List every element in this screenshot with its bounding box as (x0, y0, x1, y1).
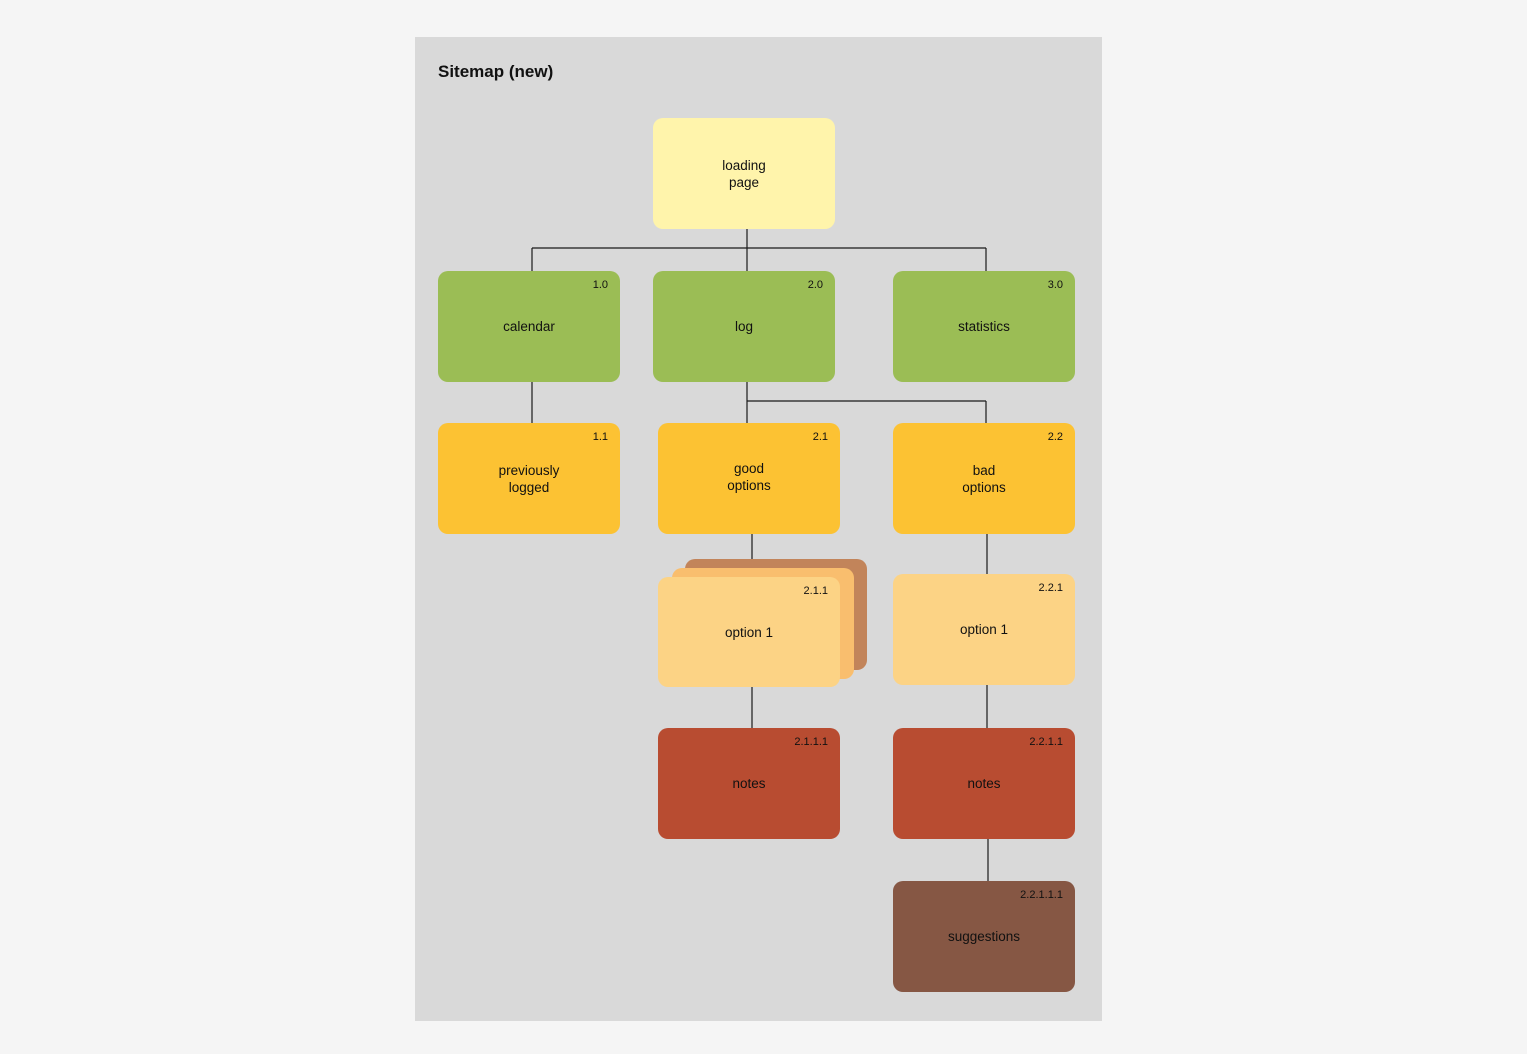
node-label: statistics (958, 319, 1010, 334)
node-label: good options (727, 460, 771, 493)
sitemap-frame: Sitemap (new) loading page 1.0 calendar … (415, 37, 1102, 1021)
node-label: option 1 (959, 622, 1009, 637)
node-calendar[interactable]: 1.0 calendar (438, 271, 620, 382)
node-loading-page[interactable]: loading page (653, 118, 835, 229)
node-number: 2.2.1.1 (1029, 736, 1063, 748)
node-bad-option-1[interactable]: 2.2.1 option 1 (893, 574, 1075, 685)
node-number: 2.0 (807, 279, 823, 291)
node-number: 2.1.1.1 (794, 736, 828, 748)
node-good-option-1[interactable]: 2.1.1 option 1 (658, 577, 840, 687)
node-number: 2.1 (812, 431, 828, 443)
node-statistics[interactable]: 3.0 statistics (893, 271, 1075, 382)
node-label: previously logged (498, 462, 560, 495)
node-log[interactable]: 2.0 log (653, 271, 835, 382)
node-number: 2.2.1.1.1 (1020, 889, 1063, 901)
node-number: 2.2.1 (1038, 582, 1063, 594)
node-good-options[interactable]: 2.1 good options (658, 423, 840, 534)
node-label: loading page (722, 157, 766, 190)
node-previously-logged[interactable]: 1.1 previously logged (438, 423, 620, 534)
node-number: 2.1.1 (803, 585, 828, 597)
node-label: bad options (962, 462, 1006, 495)
node-number: 2.2 (1047, 431, 1063, 443)
node-number: 1.0 (592, 279, 608, 291)
node-number: 1.1 (592, 431, 608, 443)
node-label: option 1 (724, 624, 774, 640)
node-label: suggestions (947, 929, 1021, 944)
node-suggestions[interactable]: 2.2.1.1.1 suggestions (893, 881, 1075, 992)
node-label: log (734, 319, 753, 334)
node-bad-options[interactable]: 2.2 bad options (893, 423, 1075, 534)
node-label: notes (967, 776, 1001, 791)
node-bad-notes[interactable]: 2.2.1.1 notes (893, 728, 1075, 839)
node-good-notes[interactable]: 2.1.1.1 notes (658, 728, 840, 839)
node-label: calendar (503, 319, 555, 334)
node-number: 3.0 (1047, 279, 1063, 291)
node-label: notes (732, 776, 766, 791)
